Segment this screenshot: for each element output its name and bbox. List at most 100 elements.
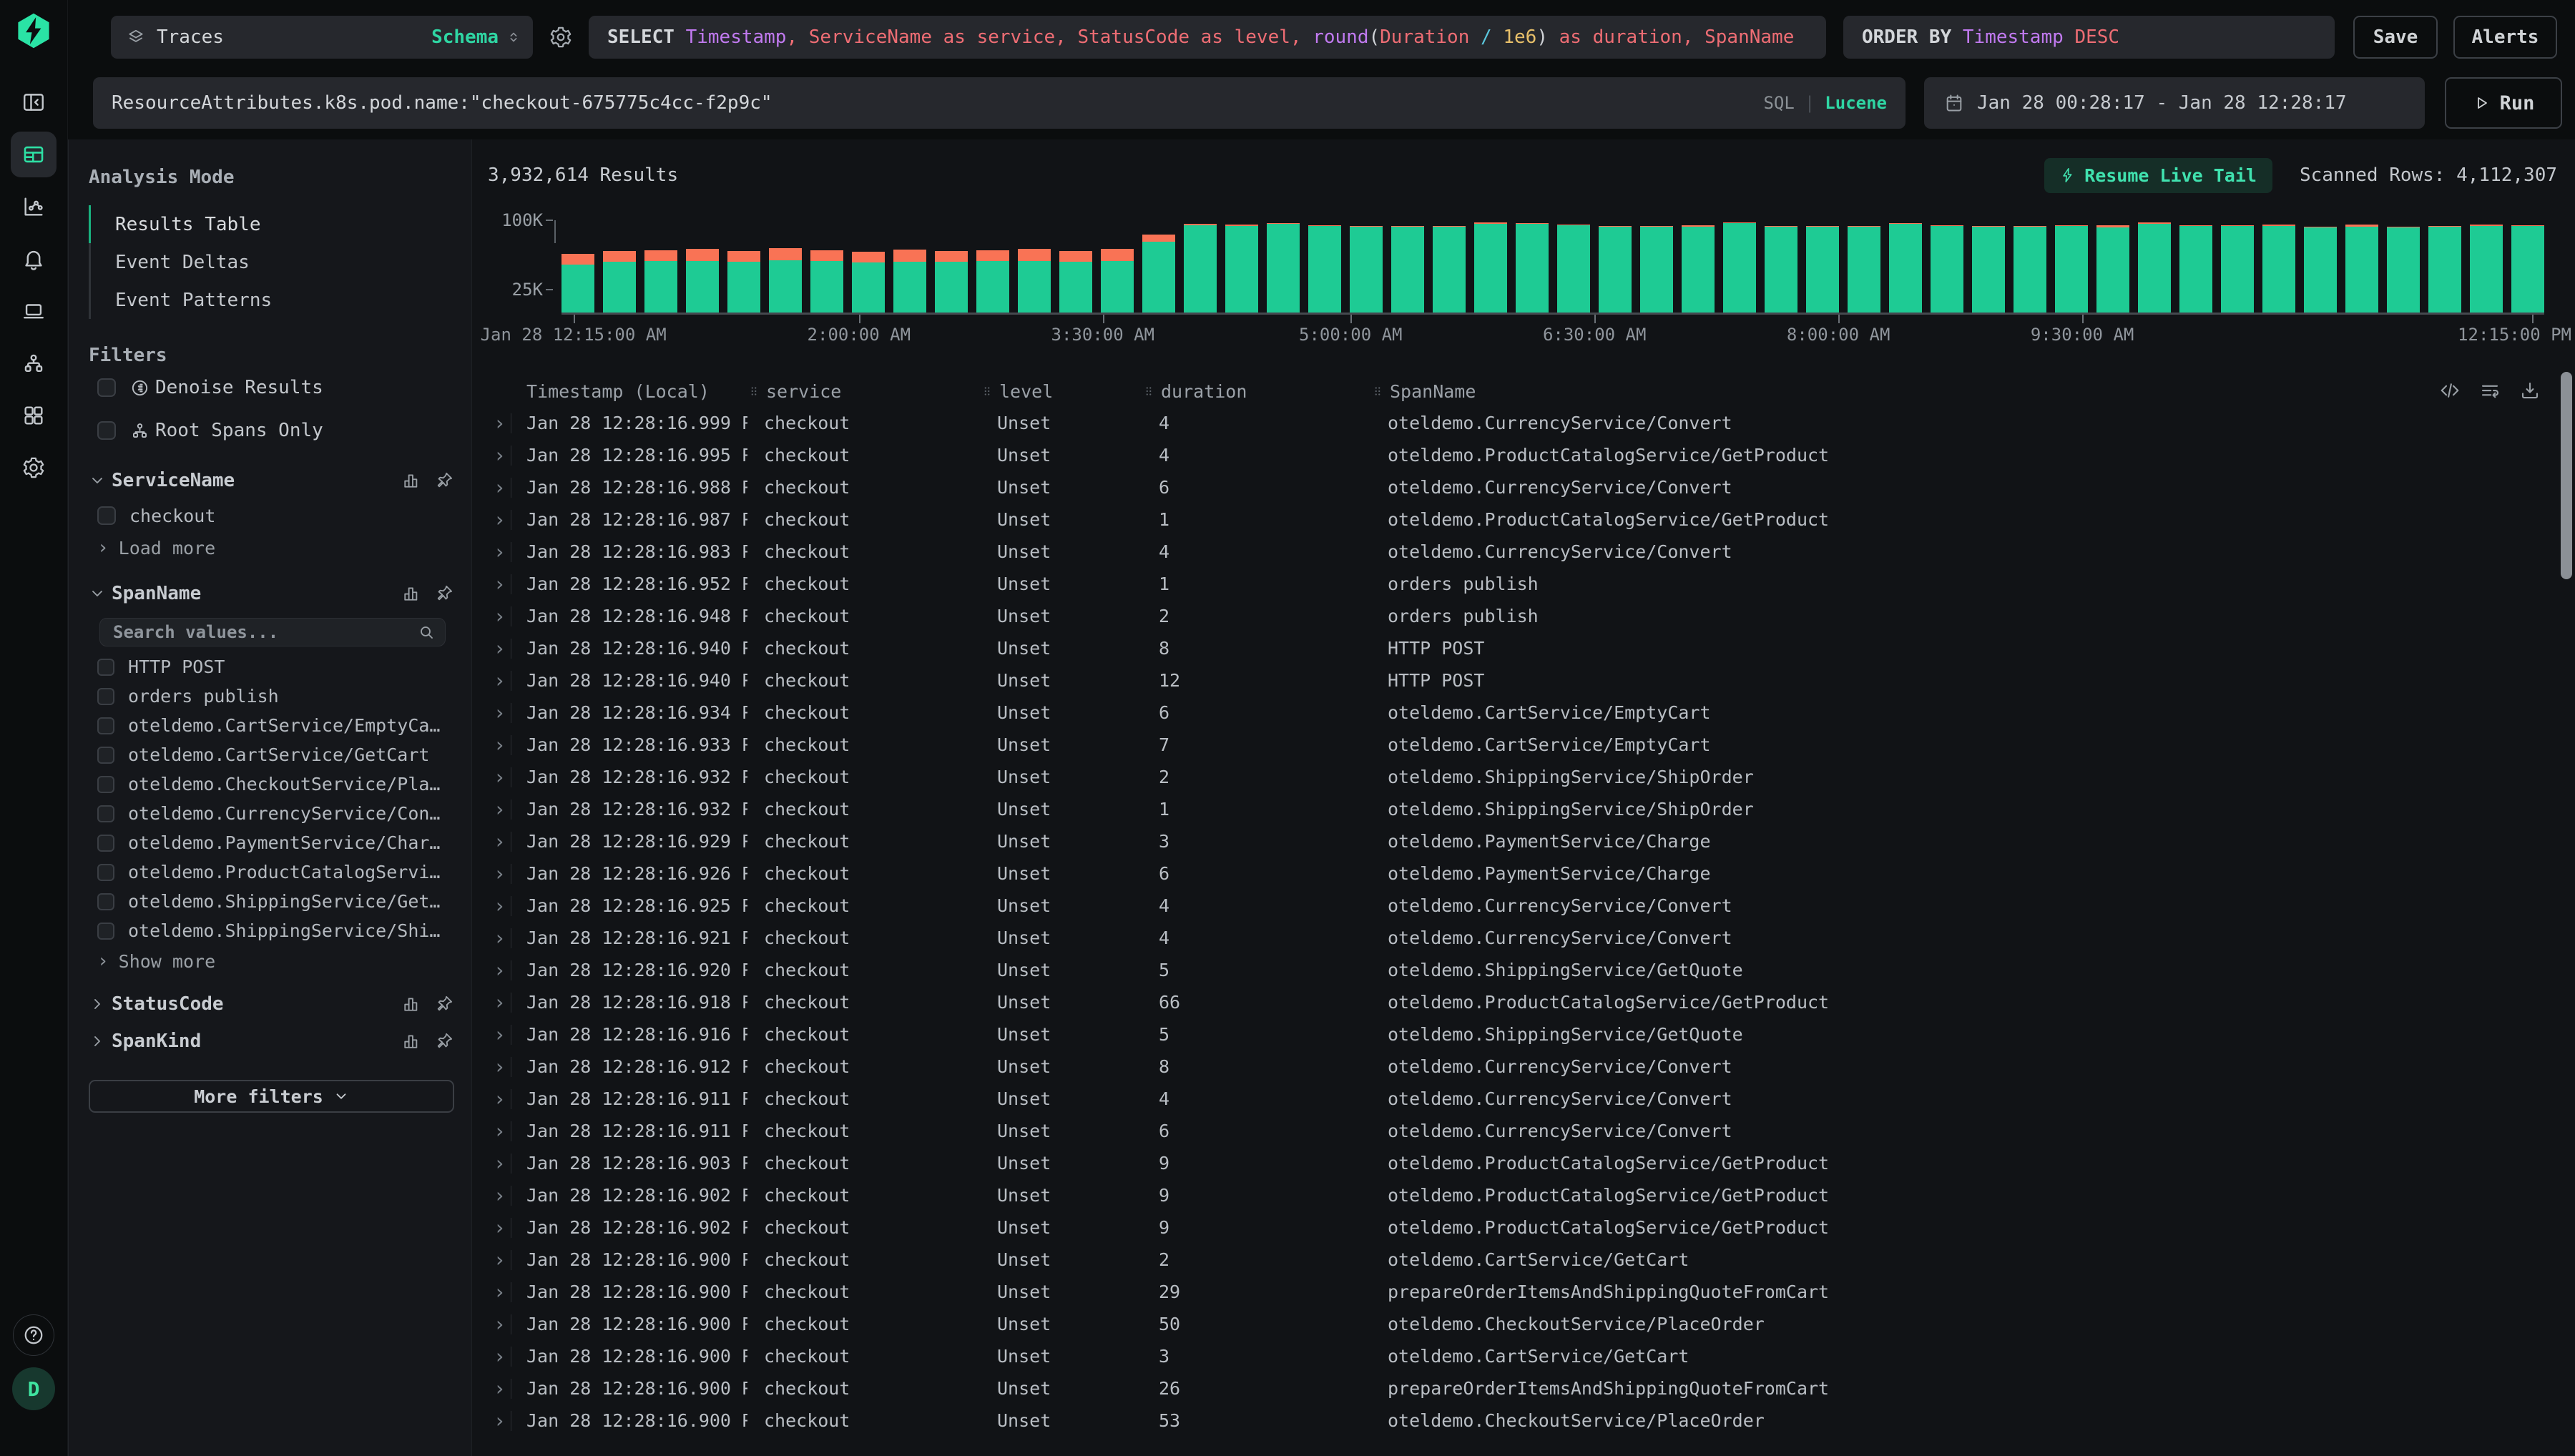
checkbox[interactable] — [97, 378, 116, 397]
table-row[interactable]: ›Jan 28 12:28:16.916 PMcheckoutUnset5ote… — [494, 1018, 2575, 1051]
row-expand-chevron[interactable]: › — [494, 574, 511, 594]
date-range-picker[interactable]: Jan 28 00:28:17 - Jan 28 12:28:17 — [1924, 77, 2425, 129]
chart-bar[interactable] — [2470, 225, 2503, 313]
chart-bar[interactable] — [810, 250, 843, 313]
table-row[interactable]: ›Jan 28 12:28:16.933 PMcheckoutUnset7ote… — [494, 729, 2575, 761]
row-expand-chevron[interactable]: › — [494, 606, 511, 626]
chart-bar[interactable] — [686, 249, 719, 313]
filter-value-row[interactable]: orders publish — [97, 682, 454, 711]
row-expand-chevron[interactable]: › — [494, 1057, 511, 1077]
denoise-results-toggle[interactable]: Denoise Results — [97, 366, 454, 409]
column-header-level[interactable]: level — [981, 381, 1142, 402]
table-row[interactable]: ›Jan 28 12:28:16.900 PMcheckoutUnset50ot… — [494, 1308, 2575, 1340]
pin-icon[interactable] — [434, 584, 454, 604]
filter-value-row[interactable]: oteldemo.CheckoutService/Pla… — [97, 769, 454, 799]
row-expand-chevron[interactable]: › — [494, 960, 511, 980]
chart-bar[interactable] — [2179, 225, 2212, 313]
row-expand-chevron[interactable]: › — [494, 542, 511, 562]
bar-chart-icon[interactable] — [401, 994, 421, 1014]
row-expand-chevron[interactable]: › — [494, 510, 511, 530]
chart-bar[interactable] — [1433, 226, 1466, 313]
table-row[interactable]: ›Jan 28 12:28:16.940 PMcheckoutUnset8HTT… — [494, 632, 2575, 664]
filter-value-row[interactable]: oteldemo.CartService/EmptyCa… — [97, 711, 454, 740]
spanname-search[interactable] — [99, 618, 446, 646]
checkbox[interactable] — [97, 864, 114, 881]
table-row[interactable]: ›Jan 28 12:28:16.934 PMcheckoutUnset6ote… — [494, 697, 2575, 729]
table-row[interactable]: ›Jan 28 12:28:16.987 PMcheckoutUnset1ote… — [494, 503, 2575, 536]
checkbox[interactable] — [97, 776, 114, 793]
row-expand-chevron[interactable]: › — [494, 767, 511, 787]
filter-value-row[interactable]: oteldemo.CurrencyService/Con… — [97, 799, 454, 828]
chart-bar[interactable] — [1474, 222, 1507, 313]
chart-bar[interactable] — [2055, 225, 2088, 313]
search-query-input[interactable] — [112, 92, 1753, 114]
row-expand-chevron[interactable]: › — [494, 446, 511, 466]
row-expand-chevron[interactable]: › — [494, 478, 511, 498]
table-row[interactable]: ›Jan 28 12:28:16.995 PMcheckoutUnset4ote… — [494, 439, 2575, 471]
row-expand-chevron[interactable]: › — [494, 671, 511, 691]
table-row[interactable]: ›Jan 28 12:28:16.912 PMcheckoutUnset8ote… — [494, 1051, 2575, 1083]
chart-bar[interactable] — [1889, 223, 1922, 313]
statuscode-group-header[interactable]: StatusCode — [89, 985, 454, 1023]
laptop-icon[interactable] — [0, 285, 68, 337]
code-icon[interactable] — [2439, 380, 2461, 401]
mode-results-table[interactable]: Results Table — [89, 205, 454, 243]
chart-bar[interactable] — [1059, 251, 1092, 313]
bar-chart-icon[interactable] — [401, 584, 421, 604]
table-row[interactable]: ›Jan 28 12:28:16.902 PMcheckoutUnset9ote… — [494, 1211, 2575, 1244]
settings-gear-icon[interactable] — [0, 441, 68, 493]
filter-value-row[interactable]: oteldemo.PaymentService/Char… — [97, 828, 454, 857]
service-map-icon[interactable] — [0, 337, 68, 389]
checkbox[interactable] — [97, 717, 114, 734]
checkbox[interactable] — [97, 688, 114, 705]
table-row[interactable]: ›Jan 28 12:28:16.952 PMcheckoutUnset1ord… — [494, 568, 2575, 600]
chart-bar[interactable] — [2428, 226, 2461, 313]
row-expand-chevron[interactable]: › — [494, 413, 511, 433]
order-by-editor[interactable]: ORDER BY Timestamp DESC — [1843, 16, 2335, 59]
table-row[interactable]: ›Jan 28 12:28:16.918 PMcheckoutUnset66ot… — [494, 986, 2575, 1018]
pin-icon[interactable] — [434, 994, 454, 1014]
chart-bar[interactable] — [1142, 235, 1175, 313]
drag-handle-icon[interactable] — [1371, 385, 1384, 398]
dashboards-icon[interactable] — [0, 389, 68, 441]
search-bar[interactable]: SQL | Lucene — [93, 77, 1906, 129]
chart-bar[interactable] — [2387, 227, 2420, 313]
app-logo[interactable] — [14, 11, 53, 50]
filter-value-row[interactable]: oteldemo.CartService/GetCart — [97, 740, 454, 769]
column-header-service[interactable]: service — [747, 381, 981, 402]
chart-bar[interactable] — [1267, 223, 1300, 313]
chart-bar[interactable] — [935, 251, 968, 313]
checkbox[interactable] — [97, 923, 114, 940]
table-view-icon-active[interactable] — [0, 128, 68, 180]
chart-bar[interactable] — [2096, 225, 2129, 313]
row-expand-chevron[interactable]: › — [494, 1411, 511, 1431]
chart-bar[interactable] — [769, 248, 802, 313]
lucene-mode-toggle[interactable]: Lucene — [1825, 93, 1887, 113]
chart-bar[interactable] — [1599, 226, 1632, 313]
chart-bar[interactable] — [976, 250, 1009, 313]
row-expand-chevron[interactable]: › — [494, 1186, 511, 1206]
row-expand-chevron[interactable]: › — [494, 1218, 511, 1238]
bar-chart-icon[interactable] — [401, 1031, 421, 1051]
table-row[interactable]: ›Jan 28 12:28:16.929 PMcheckoutUnset3ote… — [494, 825, 2575, 857]
chart-bar[interactable] — [2221, 225, 2254, 313]
table-row[interactable]: ›Jan 28 12:28:16.900 PMcheckoutUnset53ot… — [494, 1405, 2575, 1437]
chart-bar[interactable] — [1972, 226, 2005, 313]
schema-button[interactable]: Schema — [431, 26, 499, 48]
chart-bar[interactable] — [852, 252, 885, 313]
pin-icon[interactable] — [434, 471, 454, 491]
checkbox[interactable] — [97, 421, 116, 440]
row-expand-chevron[interactable]: › — [494, 703, 511, 723]
table-row[interactable]: ›Jan 28 12:28:16.948 PMcheckoutUnset2ord… — [494, 600, 2575, 632]
row-expand-chevron[interactable]: › — [494, 735, 511, 755]
chart-bar[interactable] — [1931, 225, 1963, 313]
bar-chart-icon[interactable] — [401, 471, 421, 491]
table-row[interactable]: ›Jan 28 12:28:16.911 PMcheckoutUnset6ote… — [494, 1115, 2575, 1147]
drag-handle-icon[interactable] — [747, 385, 760, 398]
column-header-spanname[interactable]: SpanName — [1371, 381, 2468, 402]
spanname-show-more[interactable]: › Show more — [97, 945, 454, 977]
chart-bar[interactable] — [1101, 249, 1134, 313]
source-selector[interactable]: Traces Schema — [111, 16, 533, 59]
filter-value-row[interactable]: oteldemo.ShippingService/Get… — [97, 887, 454, 916]
table-row[interactable]: ›Jan 28 12:28:16.900 PMcheckoutUnset26pr… — [494, 1372, 2575, 1405]
